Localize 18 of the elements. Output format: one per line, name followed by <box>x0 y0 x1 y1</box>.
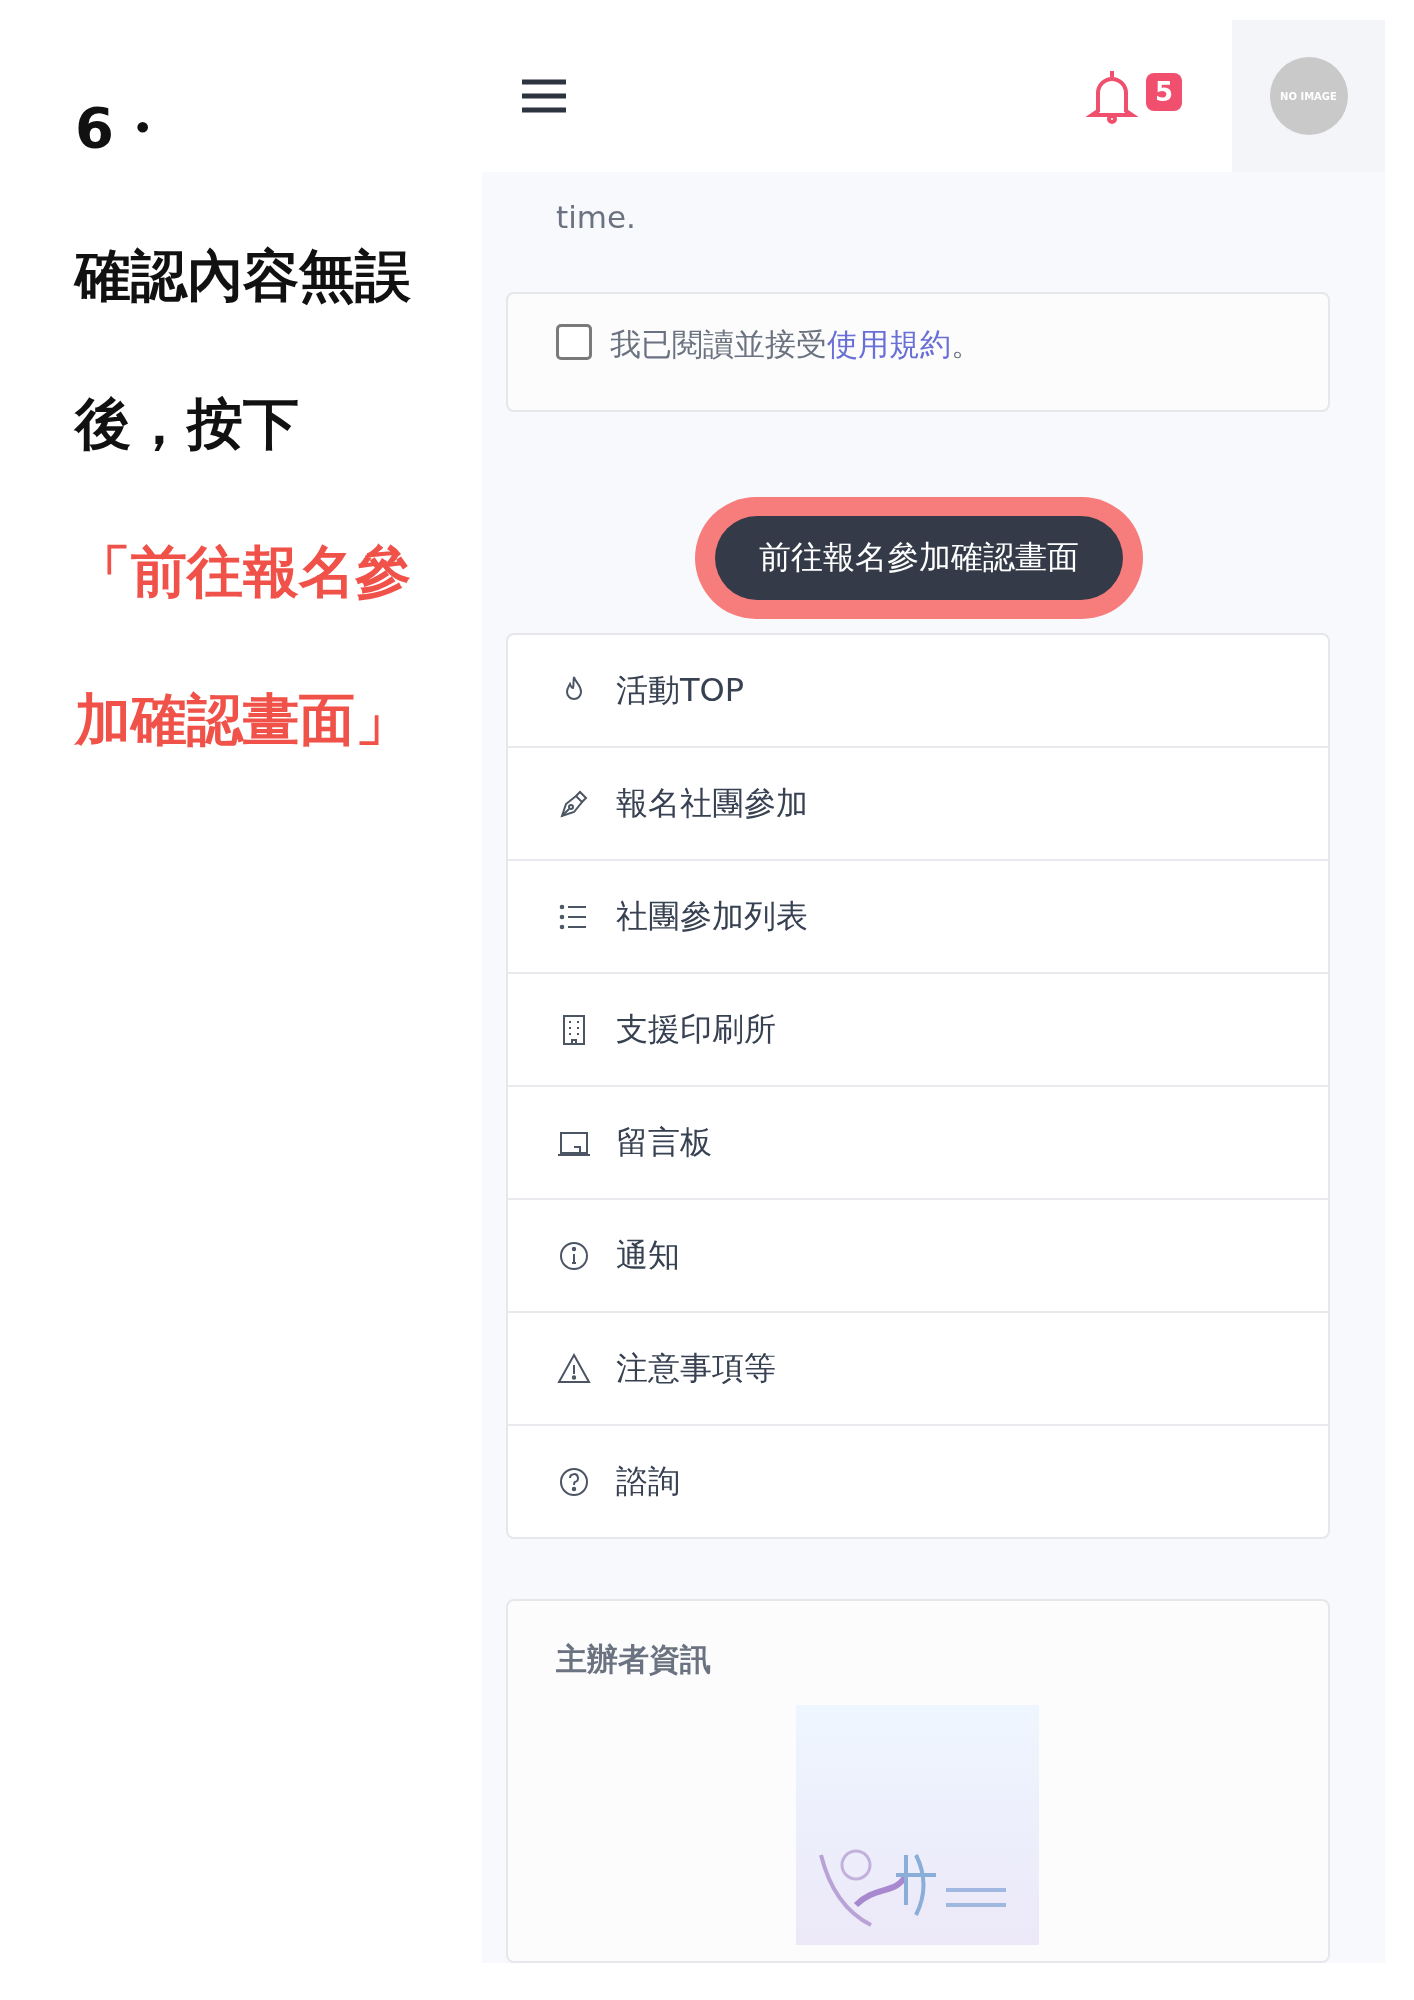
highlighted-instruction: 「前往報名參加確認畫面」 <box>75 538 412 754</box>
menu-item[interactable]: 注意事項等 <box>508 1313 1328 1427</box>
agreement-text: 我已閱讀並接受使用規約。 <box>610 325 982 364</box>
menu-item[interactable]: 支援印刷所 <box>508 974 1328 1088</box>
menu-item[interactable]: 通知 <box>508 1200 1328 1314</box>
terms-link[interactable]: 使用規約 <box>827 326 951 362</box>
organizer-title: 主辦者資訊 <box>556 1640 712 1680</box>
menu-item[interactable]: 社團參加列表 <box>508 861 1328 975</box>
menu-item[interactable]: 留言板 <box>508 1087 1328 1201</box>
checkbox[interactable] <box>556 324 592 360</box>
menu-item[interactable]: 活動TOP <box>508 635 1328 749</box>
menu-item[interactable]: 諮詢 <box>508 1426 1328 1538</box>
confirm-button[interactable]: 前往報名參加確認畫面 <box>714 516 1123 601</box>
menu-item[interactable]: 報名社團參加 <box>508 748 1328 862</box>
step-number: 6・ <box>75 94 171 162</box>
instruction-text: 確認內容無誤後，按下 <box>75 242 412 458</box>
notice-text: time. <box>556 198 637 237</box>
notification-badge: 5 <box>1145 73 1182 111</box>
